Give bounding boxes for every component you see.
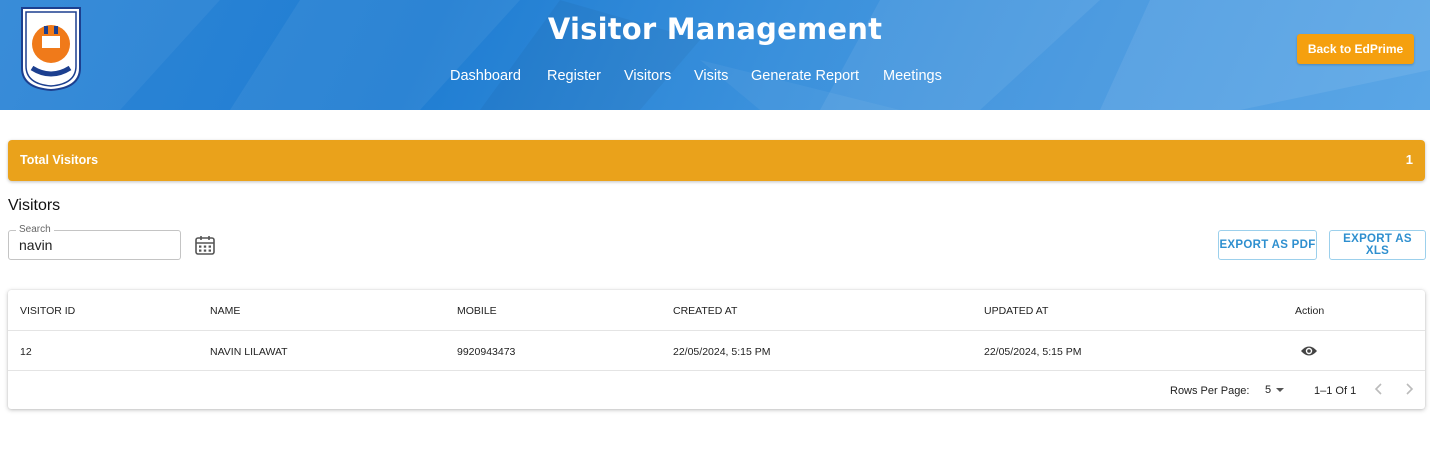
rows-per-page-value: 5 xyxy=(1265,384,1272,396)
nav-generate-report[interactable]: Generate Report xyxy=(751,68,859,84)
cell-name: NAVIN LILAWAT xyxy=(210,346,288,358)
cell-mobile: 9920943473 xyxy=(457,346,516,358)
page-title: Visitor Management xyxy=(547,12,883,46)
export-pdf-button[interactable]: EXPORT AS PDF xyxy=(1218,230,1317,260)
pagination-range: 1–1 Of 1 xyxy=(1314,385,1357,397)
column-header-action: Action xyxy=(1295,305,1325,317)
search-input[interactable] xyxy=(19,237,169,253)
cell-created-at: 22/05/2024, 5:15 PM xyxy=(673,346,771,358)
nav-meetings[interactable]: Meetings xyxy=(883,68,942,84)
search-label: Search xyxy=(16,224,54,235)
column-header-name[interactable]: NAME xyxy=(210,305,240,317)
main-nav: Dashboard Register Visitors Visits Gener… xyxy=(440,68,960,88)
table-row: 12 NAVIN LILAWAT 9920943473 22/05/2024, … xyxy=(8,331,1425,371)
table-pagination: Rows Per Page: 5 1–1 Of 1 xyxy=(8,371,1425,409)
rows-per-page-label: Rows Per Page: xyxy=(1170,385,1250,397)
table-header: VISITOR ID NAME MOBILE CREATED AT UPDATE… xyxy=(8,290,1425,331)
nav-visitors[interactable]: Visitors xyxy=(624,68,671,84)
rows-per-page-select[interactable]: 5 xyxy=(1265,384,1285,396)
column-header-created-at[interactable]: CREATED AT xyxy=(673,305,737,317)
column-header-mobile[interactable]: MOBILE xyxy=(457,305,497,317)
visitors-table: VISITOR ID NAME MOBILE CREATED AT UPDATE… xyxy=(8,290,1425,409)
app-header: Visitor Management Dashboard Register Vi… xyxy=(0,0,1430,110)
search-field: Search xyxy=(8,224,181,260)
section-title: Visitors xyxy=(8,197,61,214)
column-header-updated-at[interactable]: UPDATED AT xyxy=(984,305,1048,317)
back-to-edprime-button[interactable]: Back to EdPrime xyxy=(1297,34,1414,64)
caret-down-icon xyxy=(1276,388,1285,393)
calendar-icon[interactable] xyxy=(194,234,216,256)
nav-dashboard[interactable]: Dashboard xyxy=(450,68,521,84)
column-header-visitor-id[interactable]: VISITOR ID xyxy=(20,305,75,317)
total-visitors-count: 1 xyxy=(1405,152,1413,167)
nav-visits[interactable]: Visits xyxy=(694,68,728,84)
chevron-right-icon[interactable] xyxy=(1401,381,1417,397)
cell-visitor-id: 12 xyxy=(20,346,32,358)
total-visitors-bar: Total Visitors 1 xyxy=(8,140,1425,181)
nav-register[interactable]: Register xyxy=(547,68,601,84)
export-xls-button[interactable]: EXPORT AS XLS xyxy=(1329,230,1426,260)
eye-icon[interactable] xyxy=(1300,344,1318,358)
chevron-left-icon[interactable] xyxy=(1371,381,1387,397)
total-visitors-label: Total Visitors xyxy=(20,153,99,167)
cell-updated-at: 22/05/2024, 5:15 PM xyxy=(984,346,1082,358)
